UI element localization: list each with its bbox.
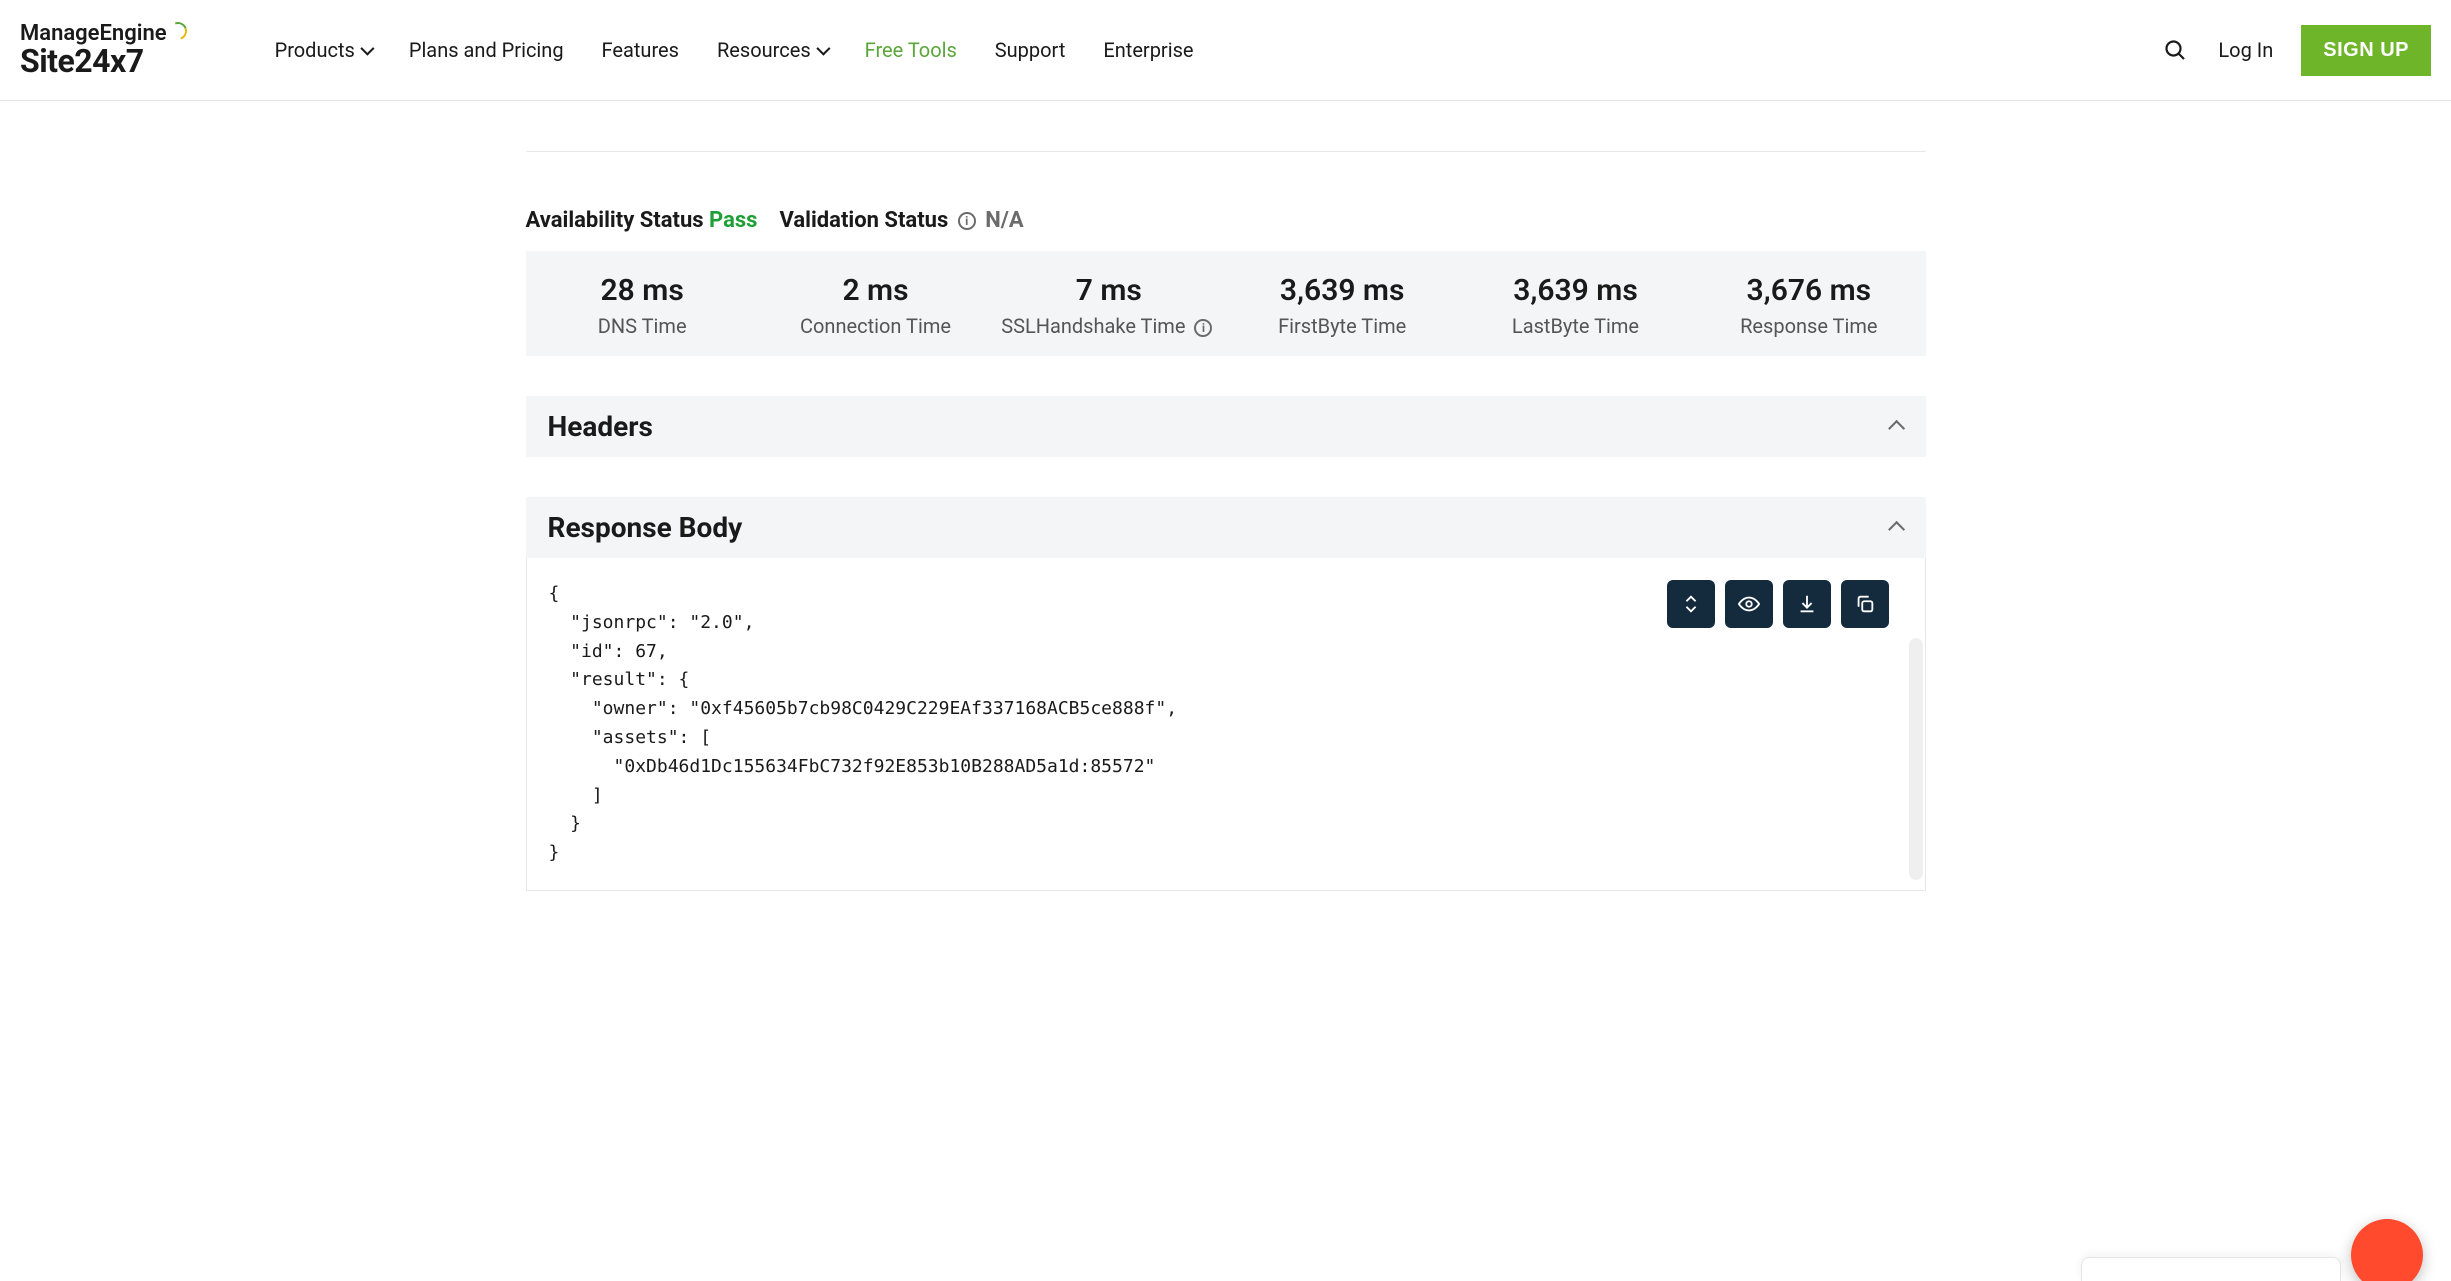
metric-response-label: Response Time: [1692, 314, 1925, 338]
nav-support[interactable]: Support: [995, 38, 1066, 62]
metric-firstbyte: 3,639 ms FirstByte Time: [1225, 273, 1458, 338]
nav-plans-label: Plans and Pricing: [409, 38, 564, 62]
view-button[interactable]: [1725, 580, 1773, 628]
chevron-up-icon: [1888, 520, 1905, 537]
download-button[interactable]: [1783, 580, 1831, 628]
nav-plans[interactable]: Plans and Pricing: [409, 38, 564, 62]
nav-features-label: Features: [602, 38, 679, 62]
metric-response-value: 3,676 ms: [1692, 273, 1925, 308]
availability-status-value: Pass: [709, 208, 757, 233]
response-body-panel: { "jsonrpc": "2.0", "id": 67, "result": …: [526, 558, 1926, 891]
metric-ssl-value: 7 ms: [992, 273, 1225, 308]
timing-metrics: 28 ms DNS Time 2 ms Connection Time 7 ms…: [526, 251, 1926, 356]
brand-logo[interactable]: ManageEngine Site24x7: [20, 22, 203, 79]
metric-firstbyte-label: FirstByte Time: [1225, 314, 1458, 338]
nav-products[interactable]: Products: [275, 38, 371, 62]
metric-firstbyte-value: 3,639 ms: [1225, 273, 1458, 308]
chat-fab[interactable]: [2351, 1219, 2423, 1281]
chat-popup[interactable]: [2081, 1257, 2341, 1281]
nav-features[interactable]: Features: [602, 38, 679, 62]
validation-status-value: N/A: [985, 208, 1023, 233]
chevron-up-icon: [1888, 419, 1905, 436]
metric-connection-label: Connection Time: [759, 314, 992, 338]
metric-dns-label: DNS Time: [526, 314, 759, 338]
code-toolbar: [1667, 580, 1889, 628]
metric-dns-value: 28 ms: [526, 273, 759, 308]
response-body-toggle[interactable]: Response Body: [526, 497, 1926, 558]
nav-enterprise-label: Enterprise: [1103, 38, 1193, 62]
availability-status-label: Availability Status: [526, 208, 704, 233]
metric-connection-value: 2 ms: [759, 273, 992, 308]
header-actions: Log In SIGN UP: [2160, 25, 2431, 76]
nav-resources-label: Resources: [717, 38, 811, 62]
nav-resources[interactable]: Resources: [717, 38, 827, 62]
status-row: Availability Status Pass Validation Stat…: [526, 152, 1926, 251]
headers-section: Headers: [526, 396, 1926, 457]
metric-dns: 28 ms DNS Time: [526, 273, 759, 338]
info-icon[interactable]: i: [958, 212, 976, 230]
login-link[interactable]: Log In: [2218, 38, 2273, 62]
test-result-pane: [526, 121, 1926, 152]
copy-button[interactable]: [1841, 580, 1889, 628]
main-nav: Products Plans and Pricing Features Reso…: [275, 38, 2129, 62]
chevron-down-icon: [816, 42, 830, 56]
nav-free-tools[interactable]: Free Tools: [865, 38, 957, 62]
chevron-down-icon: [360, 42, 374, 56]
nav-enterprise[interactable]: Enterprise: [1103, 38, 1193, 62]
nav-support-label: Support: [995, 38, 1066, 62]
expand-collapse-button[interactable]: [1667, 580, 1715, 628]
top-nav: ManageEngine Site24x7 Products Plans and…: [0, 0, 2451, 101]
page-main: Availability Status Pass Validation Stat…: [486, 121, 1966, 951]
nav-free-tools-label: Free Tools: [865, 38, 957, 62]
info-icon[interactable]: i: [1194, 319, 1212, 337]
metric-lastbyte-label: LastByte Time: [1459, 314, 1692, 338]
brand-line2: Site24x7: [20, 45, 187, 79]
headers-title: Headers: [548, 410, 653, 443]
scrollbar[interactable]: [1909, 638, 1923, 880]
signup-button[interactable]: SIGN UP: [2301, 25, 2431, 76]
metric-connection: 2 ms Connection Time: [759, 273, 992, 338]
search-icon[interactable]: [2160, 35, 2190, 65]
metric-lastbyte-value: 3,639 ms: [1459, 273, 1692, 308]
headers-toggle[interactable]: Headers: [526, 396, 1926, 457]
metric-response: 3,676 ms Response Time: [1692, 273, 1925, 338]
nav-products-label: Products: [275, 38, 355, 62]
metric-ssl-label: SSLHandshake Time i: [992, 314, 1225, 338]
metric-lastbyte: 3,639 ms LastByte Time: [1459, 273, 1692, 338]
swirl-icon: [169, 22, 187, 40]
metric-ssl: 7 ms SSLHandshake Time i: [992, 273, 1225, 338]
response-body-section: Response Body { "jsonrpc": "2.0", "i: [526, 497, 1926, 891]
validation-status-label: Validation Status: [779, 208, 948, 233]
response-body-title: Response Body: [548, 511, 743, 544]
